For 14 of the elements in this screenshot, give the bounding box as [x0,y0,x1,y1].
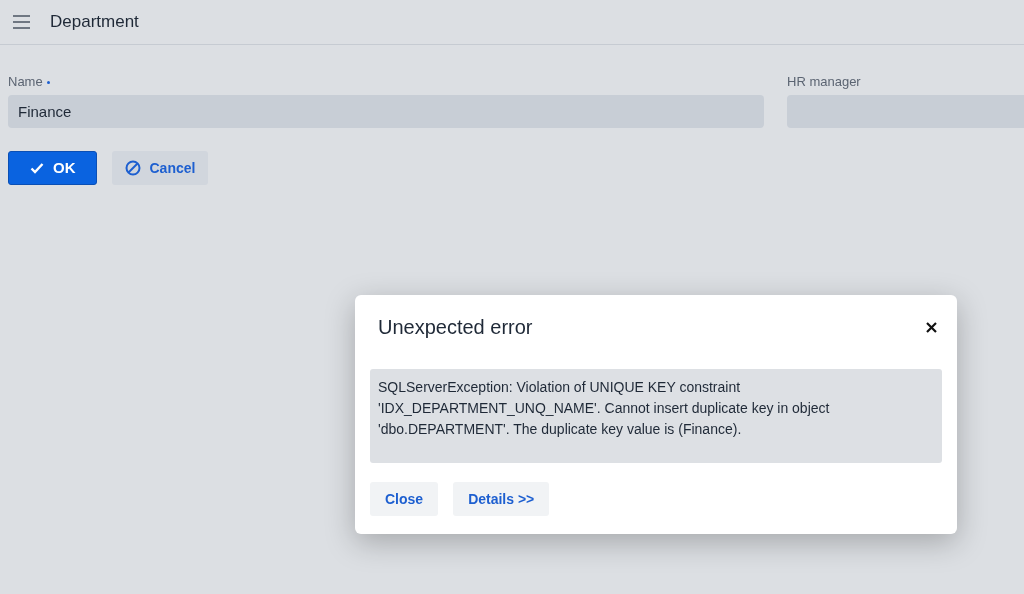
error-message: SQLServerException: Violation of UNIQUE KEY constraint 'IDX_DEPARTMENT_UNQ_NAME'. Cannot insert duplicate key in object 'dbo.DEPARTMENT'. The duplicate key value is (Finance). [378,378,831,439]
text-field[interactable]: Finance [8,95,764,128]
details-button[interactable]: Details >> [453,482,550,516]
dialog-title: Unexpected error [378,315,533,340]
field-label: HR manager [787,73,861,92]
cancel-button[interactable]: Cancel [111,151,209,185]
page-title: Department [50,11,139,34]
checkmark-icon [29,160,45,176]
close-button[interactable]: Close [370,482,439,516]
field-label: Name [8,73,43,92]
ban-icon [124,160,141,176]
ok-button[interactable]: OK [8,151,97,185]
close-icon[interactable] [924,320,938,334]
menu-icon[interactable] [13,15,30,29]
